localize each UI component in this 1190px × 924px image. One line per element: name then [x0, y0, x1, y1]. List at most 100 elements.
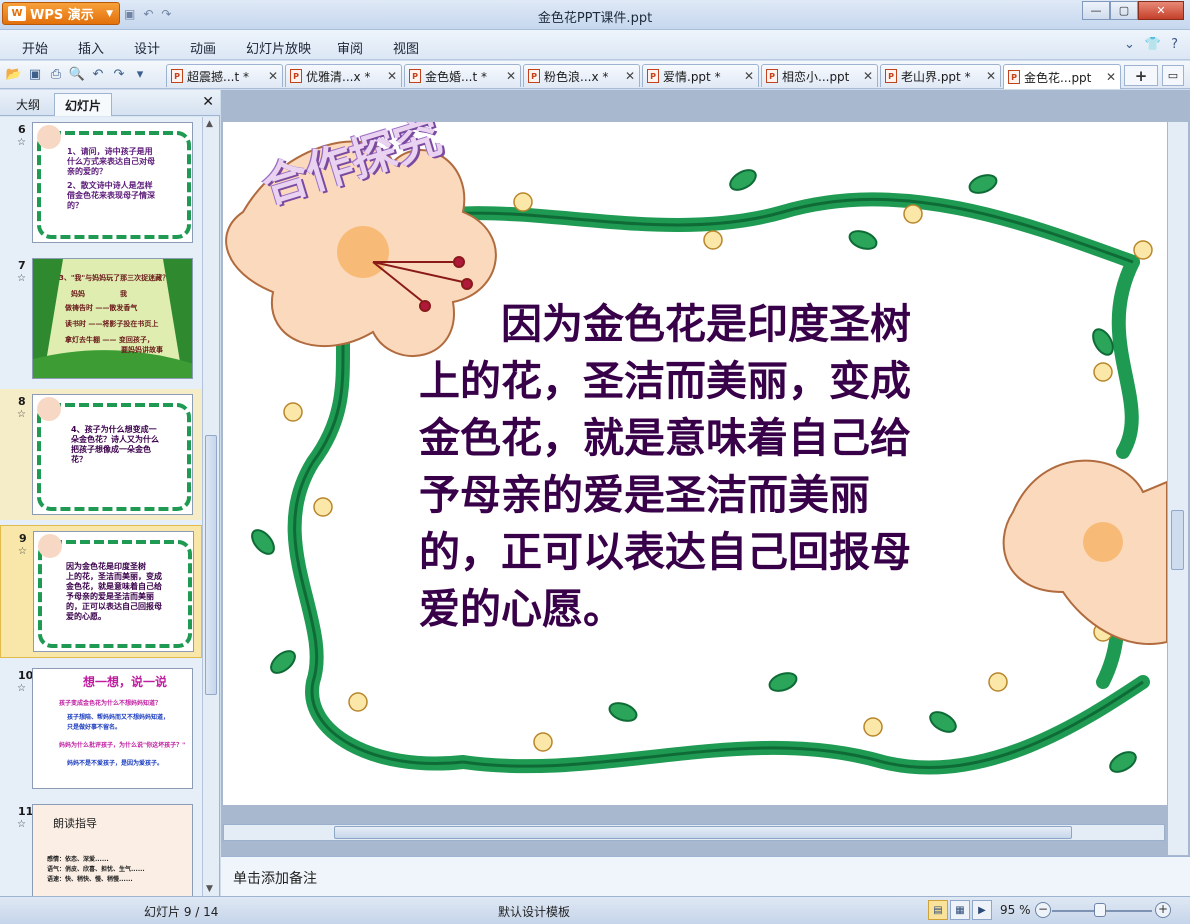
menu-insert[interactable]: 插入 — [78, 38, 104, 57]
document-toolbar: 📂 ▣ ⎙ 🔍 ↶ ↷ ▾ P 超震撼...t * ✕ P 优雅清...x * … — [0, 61, 1190, 89]
redo-icon[interactable]: ↷ — [111, 66, 127, 82]
thumb-text: 朗读指导 — [53, 817, 97, 830]
maximize-button[interactable]: ▢ — [1110, 1, 1138, 20]
animation-star-icon: ☆ — [18, 546, 27, 557]
tab-slides[interactable]: 幻灯片 — [54, 93, 113, 116]
thumb-text: 的，正可以表达自己回报母 — [66, 602, 162, 611]
close-window-button[interactable]: ✕ — [1138, 1, 1184, 20]
stage-margin — [221, 90, 1190, 122]
close-tab-icon[interactable]: ✕ — [625, 69, 635, 83]
slide-sorter-view-icon[interactable]: ▦ — [950, 900, 970, 920]
save-icon[interactable]: ▣ — [27, 66, 43, 82]
help-icon[interactable]: ? — [1171, 37, 1178, 52]
skin-icon[interactable]: 👕 — [1145, 37, 1161, 52]
normal-view-icon[interactable]: ▤ — [928, 900, 948, 920]
ppt-file-icon: P — [1008, 70, 1020, 84]
thumb-text: 语速：快、稍快、慢、稍慢...... — [47, 876, 133, 883]
menu-review[interactable]: 审阅 — [337, 38, 363, 57]
minimize-button[interactable]: — — [1082, 1, 1110, 20]
new-tab-button[interactable]: + — [1124, 65, 1158, 86]
doc-tab[interactable]: P 优雅清...x * ✕ — [285, 64, 402, 87]
slideshow-view-icon[interactable]: ▶ — [972, 900, 992, 920]
menu-right-icons: ⌄ 👕 ? — [1124, 37, 1178, 52]
tab-outline[interactable]: 大纲 — [6, 93, 50, 116]
close-tab-icon[interactable]: ✕ — [506, 69, 516, 83]
undo-icon[interactable]: ↶ — [90, 66, 106, 82]
slide-thumbnail[interactable]: 1、请问，诗中孩子是用 什么方式来表达自己对母 亲的爱的？ 2、散文诗中诗人是怎… — [32, 122, 193, 243]
close-tab-icon[interactable]: ✕ — [268, 69, 278, 83]
current-slide[interactable]: 合作探究 因为金色花是印度圣树 上的花，圣洁而美丽，变成 金色花，就是意味着自己… — [223, 122, 1167, 805]
doc-tab-active[interactable]: P 金色花...ppt ✕ — [1003, 64, 1121, 89]
zoom-slider-knob[interactable] — [1094, 903, 1106, 917]
scroll-track[interactable] — [223, 824, 1165, 841]
scroll-down-icon[interactable]: ▼ — [206, 884, 213, 894]
scroll-up-icon[interactable]: ▲ — [206, 119, 213, 129]
slide-thumbnail-entry[interactable]: 7 ☆ 3、"我"与妈妈玩了那三次捉迷藏？ 妈妈 我 做祷告时 ——散发香气 读… — [0, 253, 202, 384]
zoom-out-button[interactable]: − — [1035, 902, 1051, 918]
close-tab-icon[interactable]: ✕ — [387, 69, 397, 83]
doc-tab[interactable]: P 相恋小...ppt ✕ — [761, 64, 878, 87]
slide-horizontal-scrollbar[interactable] — [221, 807, 1167, 855]
thumb-text: 3、"我"与妈妈玩了那三次捉迷藏？ — [59, 274, 170, 282]
slide-body-line: 金色花，就是意味着自己给 — [419, 414, 911, 462]
close-panel-icon[interactable]: ✕ — [202, 94, 214, 110]
scroll-thumb[interactable] — [205, 435, 217, 695]
doc-tab[interactable]: P 金色婚...t * ✕ — [404, 64, 521, 87]
menu-home[interactable]: 开始 — [22, 38, 48, 57]
menu-animation[interactable]: 动画 — [190, 38, 216, 57]
thumb-text: 妈妈 我 — [71, 290, 127, 298]
slide-number: 8 — [18, 395, 26, 408]
thumb-text: 4、孩子为什么想变成一 — [71, 425, 157, 434]
thumb-text: 予母亲的爱是圣洁而美丽 — [66, 592, 154, 601]
slide-body-line: 上的花，圣洁而美丽，变成 — [419, 357, 911, 405]
slide-thumbnail[interactable]: 朗读指导 感情：依恋、深爱...... 语气：俏皮、欣喜、担忧、生气......… — [32, 804, 193, 896]
window-title: 金色花PPT课件.ppt — [537, 11, 653, 26]
slide-thumbnail[interactable]: 3、"我"与妈妈玩了那三次捉迷藏？ 妈妈 我 做祷告时 ——散发香气 读书时 —… — [32, 258, 193, 379]
slide-thumbnail-entry[interactable]: 11 ☆ 朗读指导 感情：依恋、深爱...... 语气：俏皮、欣喜、担忧、生气.… — [0, 799, 202, 896]
slide-body-text[interactable]: 因为金色花是印度圣树 上的花，圣洁而美丽，变成 金色花，就是意味着自己给 予母亲… — [419, 296, 1033, 638]
thumb-text: 金色花，就是意味着自己给 — [66, 582, 162, 591]
tab-list-button[interactable]: ▭ — [1162, 65, 1184, 86]
doc-tab[interactable]: P 粉色浪...x * ✕ — [523, 64, 640, 87]
thumb-text: 妈妈为什么批评孩子，为什么说"你这坏孩子？" — [59, 742, 186, 749]
menu-design[interactable]: 设计 — [134, 38, 160, 57]
doc-tab[interactable]: P 超震撼...t * ✕ — [166, 64, 283, 87]
ppt-file-icon: P — [766, 69, 778, 83]
doc-tab[interactable]: P 爱情.ppt * ✕ — [642, 64, 759, 87]
toolbar-more-icon[interactable]: ▾ — [132, 66, 148, 82]
slide-thumbnail[interactable]: 因为金色花是印度圣树 上的花，圣洁而美丽，变成 金色花，就是意味着自己给 予母亲… — [33, 531, 194, 652]
scroll-thumb[interactable] — [1171, 510, 1184, 570]
notes-pane[interactable]: 单击添加备注 — [221, 856, 1190, 896]
open-folder-icon[interactable]: 📂 — [6, 66, 22, 82]
slide-body-line: 予母亲的爱是圣洁而美丽 — [419, 471, 870, 519]
close-tab-icon[interactable]: ✕ — [1106, 70, 1116, 84]
close-tab-icon[interactable]: ✕ — [863, 69, 873, 83]
slide-thumbnail[interactable]: 4、孩子为什么想变成一 朵金色花？诗人又为什么 把孩子想像成一朵金色 花？ — [32, 394, 193, 515]
animation-star-icon: ☆ — [17, 273, 26, 284]
design-template-label[interactable]: 默认设计模板 — [498, 903, 570, 920]
thumb-text: 2、散文诗中诗人是怎样 — [67, 181, 153, 190]
slide-thumbnail-entry[interactable]: 6 ☆ 1、请问，诗中孩子是用 什么方式来表达自己对母 亲的爱的？ 2、散文诗中… — [0, 117, 202, 248]
slide-thumbnail-entry[interactable]: 8 ☆ 4、孩子为什么想变成一 朵金色花？诗人又为什么 把孩子想像成一朵金色 花… — [0, 389, 202, 520]
close-tab-icon[interactable]: ✕ — [744, 69, 754, 83]
slide-vertical-scrollbar[interactable] — [1167, 122, 1188, 855]
print-icon[interactable]: ⎙ — [48, 66, 64, 82]
zoom-level[interactable]: 95 % — [1000, 903, 1031, 917]
thumb-text: 拿灯去牛棚 —— 变回孩子， — [65, 336, 154, 344]
thumb-text: 1、请问，诗中孩子是用 — [67, 147, 153, 156]
print-preview-icon[interactable]: 🔍 — [69, 66, 85, 82]
menu-slideshow[interactable]: 幻灯片放映 — [246, 38, 311, 57]
slide-thumbnail-entry[interactable]: 10 ☆ 想一想，说一说 孩子变成金色花为什么不想妈妈知道？ 孩子想陪、帮妈妈而… — [0, 663, 202, 794]
thumbnail-scrollbar[interactable]: ▲ ▼ — [202, 117, 219, 896]
doc-tab[interactable]: P 老山界.ppt * ✕ — [880, 64, 1001, 87]
title-bar: W WPS 演示 ▼ ▣ ↶ ↷ 金色花PPT课件.ppt — ▢ ✕ — [0, 0, 1190, 30]
notes-placeholder[interactable]: 单击添加备注 — [233, 868, 317, 888]
slide-thumbnail-entry-selected[interactable]: 9 ☆ 因为金色花是印度圣树 上的花，圣洁而美丽，变成 金色花，就是意味着自己给… — [0, 525, 202, 658]
zoom-in-button[interactable]: + — [1155, 902, 1171, 918]
menu-view[interactable]: 视图 — [393, 38, 419, 57]
scroll-thumb[interactable] — [334, 826, 1072, 839]
close-tab-icon[interactable]: ✕ — [986, 69, 996, 83]
slide-thumbnail[interactable]: 想一想，说一说 孩子变成金色花为什么不想妈妈知道？ 孩子想陪、帮妈妈而又不想妈妈… — [32, 668, 193, 789]
ribbon-toggle-icon[interactable]: ⌄ — [1124, 37, 1135, 52]
doc-tab-label: 金色花...ppt — [1024, 70, 1092, 85]
